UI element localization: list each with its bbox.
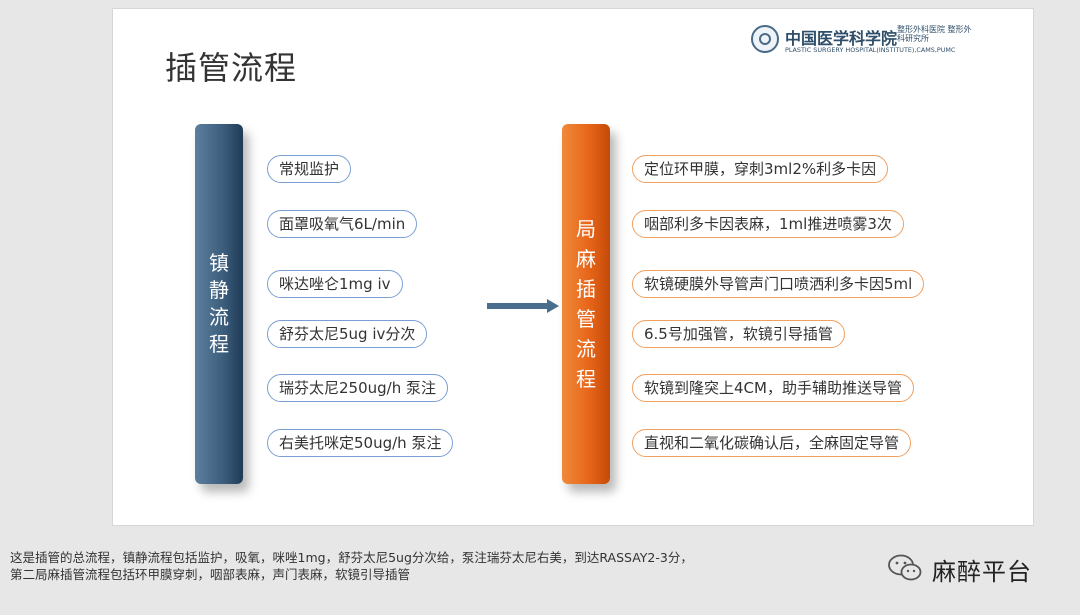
slide-title: 插管流程: [165, 49, 298, 87]
sedation-step-4: 舒芬太尼5ug iv分次: [267, 320, 428, 348]
sedation-step-3: 咪达唑仑1mg iv: [267, 270, 403, 298]
intubation-step-2: 咽部利多卡因表麻，1ml推进喷雾3次: [632, 210, 904, 238]
intubation-step-5: 软镜到隆突上4CM，助手辅助推送导管: [632, 374, 914, 402]
intubation-label: 局麻插管流程: [576, 217, 596, 391]
intubation-step-1: 定位环甲膜，穿刺3ml2%利多卡因: [632, 155, 889, 183]
intubation-step-6: 直视和二氧化碳确认后，全麻固定导管: [632, 429, 912, 457]
sedation-step-1: 常规监护: [267, 155, 352, 183]
intubation-pillar: 局麻插管流程: [562, 124, 610, 484]
hospital-seal-icon: [751, 25, 779, 53]
speaker-notes: 这是插管的总流程，镇静流程包括监护，吸氧，咪唑1mg，舒芬太尼5ug分次给，泵注…: [10, 549, 830, 583]
watermark-label: 麻醉平台: [932, 558, 1032, 586]
intubation-step-3: 软镜硬膜外导管声门口喷洒利多卡因5ml: [632, 270, 925, 298]
slide: 插管流程 中国医学科学院 整形外科医院 整形外科研究所 PLASTIC SURG…: [112, 8, 1034, 526]
sedation-pillar: 镇静流程: [195, 124, 243, 484]
sedation-step-5: 瑞芬太尼250ug/h 泵注: [267, 374, 448, 402]
flow-arrow-icon: [487, 299, 559, 313]
notes-line-2: 第二局麻插管流程包括环甲膜穿刺，咽部表麻，声门表麻，软镜引导插管: [10, 567, 411, 582]
sedation-step-6: 右美托咪定50ug/h 泵注: [267, 429, 454, 457]
sedation-step-2: 面罩吸氧气6L/min: [267, 210, 418, 238]
logo-name-en: PLASTIC SURGERY HOSPITAL(INSTITUTE),CAMS…: [785, 46, 956, 54]
logo-name-cn-sub: 整形外科医院 整形外科研究所: [897, 25, 972, 43]
sedation-label: 镇静流程: [209, 251, 229, 356]
wechat-icon: [888, 554, 922, 581]
intubation-step-4: 6.5号加强管，软镜引导插管: [632, 320, 845, 348]
hospital-logo: 中国医学科学院 整形外科医院 整形外科研究所 PLASTIC SURGERY H…: [751, 23, 983, 57]
notes-line-1: 这是插管的总流程，镇静流程包括监护，吸氧，咪唑1mg，舒芬太尼5ug分次给，泵注…: [10, 550, 693, 565]
wechat-watermark: 麻醉平台: [888, 550, 1068, 586]
